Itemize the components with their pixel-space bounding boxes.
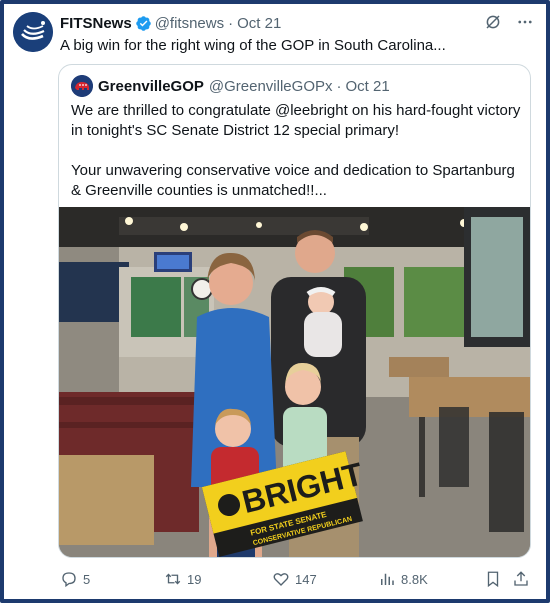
bookmark-icon: [487, 571, 499, 588]
repost-icon: [165, 573, 181, 585]
author-handle[interactable]: @fitsnews: [155, 15, 224, 32]
separator-dot: ·: [336, 77, 342, 95]
more-options-icon[interactable]: [516, 13, 534, 31]
fitsnews-logo-icon: [13, 12, 53, 52]
gop-elephant-icon: [71, 75, 93, 97]
bookmark-button[interactable]: [484, 568, 502, 590]
quoted-author-avatar[interactable]: [71, 75, 93, 97]
like-button[interactable]: 147: [272, 568, 317, 590]
quoted-tweet-date[interactable]: Oct 21: [346, 78, 390, 95]
quoted-paragraph-1: We are thrilled to congratulate @leebrig…: [71, 102, 521, 139]
heart-icon: [273, 573, 289, 586]
tweet-text: A big win for the right wing of the GOP …: [60, 37, 446, 54]
author-name[interactable]: FITSNews: [60, 15, 132, 32]
header-actions: [484, 13, 534, 31]
separator-dot: ·: [228, 14, 234, 32]
author-avatar[interactable]: [13, 12, 53, 52]
repost-count: 19: [187, 571, 202, 587]
quoted-tweet[interactable]: GreenvilleGOP @GreenvilleGOPx · Oct 21 W…: [58, 64, 531, 558]
views-count: 8.8K: [401, 571, 428, 587]
grok-icon[interactable]: [484, 13, 502, 31]
views-button[interactable]: 8.8K: [378, 568, 428, 590]
quoted-author-handle[interactable]: @GreenvilleGOPx: [209, 78, 333, 95]
tweet-date[interactable]: Oct 21: [237, 15, 281, 32]
family-photo-illustration: BRIGHT FOR STATE SENATE CONSERVATIVE REP…: [59, 207, 530, 557]
reply-count: 5: [83, 571, 91, 587]
quoted-author-name[interactable]: GreenvilleGOP: [98, 78, 204, 95]
share-icon: [514, 571, 528, 586]
repost-button[interactable]: 19: [164, 568, 201, 590]
reply-icon: [62, 572, 76, 588]
like-count: 147: [295, 571, 317, 587]
views-icon: [381, 573, 394, 585]
quoted-tweet-header: GreenvilleGOP @GreenvilleGOPx · Oct 21: [71, 75, 390, 97]
reply-button[interactable]: 5: [60, 568, 90, 590]
share-button[interactable]: [512, 568, 530, 590]
tweet-header: FITSNews @fitsnews · Oct 21: [60, 13, 281, 33]
quoted-tweet-photo[interactable]: BRIGHT FOR STATE SENATE CONSERVATIVE REP…: [59, 207, 530, 557]
quoted-tweet-text: We are thrilled to congratulate @leebrig…: [71, 101, 523, 221]
verified-badge-icon: [135, 15, 151, 31]
action-bar: 5 19 147 8.8K: [60, 568, 530, 590]
quoted-paragraph-2: Your unwavering conservative voice and d…: [71, 162, 515, 199]
